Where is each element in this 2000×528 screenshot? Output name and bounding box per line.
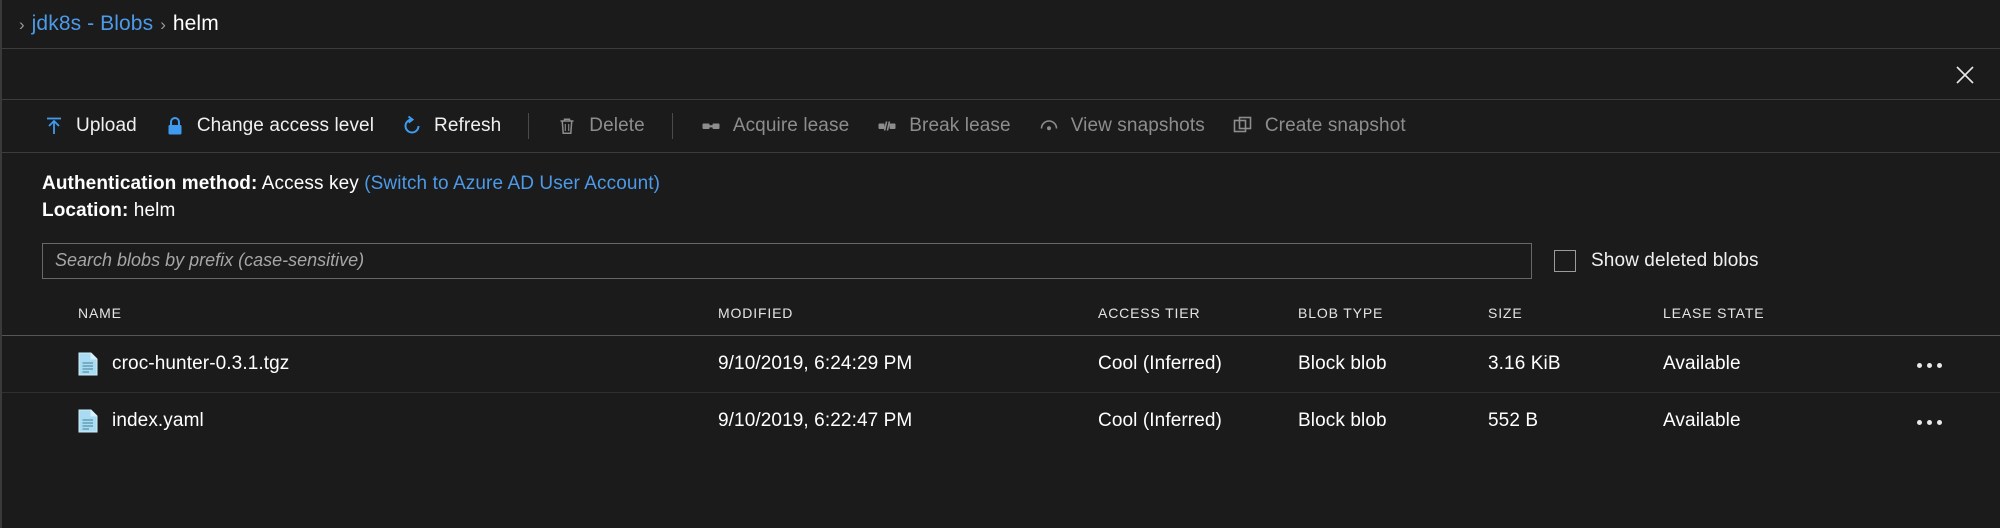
column-header-actions bbox=[1913, 304, 2000, 336]
column-header-modified[interactable]: Modified bbox=[718, 304, 1098, 336]
cell-actions bbox=[1913, 335, 2000, 392]
cell-actions bbox=[1913, 391, 2000, 449]
lock-icon bbox=[164, 115, 186, 137]
breadcrumb: › jdk8s - Blobs › helm bbox=[2, 0, 2000, 48]
acquire-lease-icon bbox=[700, 115, 722, 137]
acquire-lease-button[interactable]: Acquire lease bbox=[691, 100, 858, 152]
search-input[interactable] bbox=[42, 242, 1532, 279]
create-snapshot-icon bbox=[1232, 115, 1254, 137]
close-button[interactable] bbox=[1948, 58, 1982, 92]
acquire-lease-label: Acquire lease bbox=[732, 115, 850, 136]
refresh-button[interactable]: Refresh bbox=[392, 100, 510, 152]
command-toolbar: Upload Change access level Refresh Delet… bbox=[2, 99, 2000, 153]
ellipsis-dot-icon bbox=[1937, 419, 1942, 425]
breadcrumb-item-current: helm bbox=[172, 12, 219, 35]
blob-table-body: croc-hunter-0.3.1.tgz 9/10/2019, 6:24:29… bbox=[2, 335, 2000, 449]
file-icon bbox=[78, 352, 98, 376]
toolbar-separator bbox=[528, 113, 530, 139]
delete-button[interactable]: Delete bbox=[547, 100, 654, 152]
create-snapshot-button[interactable]: Create snapshot bbox=[1223, 100, 1415, 152]
column-header-access-tier[interactable]: Access tier bbox=[1098, 304, 1298, 336]
cell-modified: 9/10/2019, 6:24:29 PM bbox=[718, 352, 913, 374]
location-line: Location: helm bbox=[42, 198, 2000, 225]
panel-title-strip bbox=[2, 48, 2000, 99]
upload-button[interactable]: Upload bbox=[34, 100, 146, 152]
ellipsis-dot-icon bbox=[1937, 362, 1942, 368]
break-lease-icon bbox=[876, 115, 898, 137]
change-access-level-label: Change access level bbox=[196, 115, 375, 136]
column-header-name[interactable]: Name bbox=[2, 304, 718, 336]
trash-icon bbox=[556, 115, 578, 137]
blob-table-header: Name Modified Access tier Blob type Size… bbox=[2, 304, 2000, 336]
close-icon bbox=[1956, 66, 1974, 84]
cell-blob-type: Block blob bbox=[1298, 391, 1488, 449]
ellipsis-dot-icon bbox=[1917, 419, 1922, 425]
cell-name: index.yaml bbox=[2, 391, 718, 449]
toolbar-separator bbox=[671, 113, 673, 139]
breadcrumb-chevron-icon: › bbox=[19, 14, 25, 34]
refresh-icon bbox=[401, 115, 423, 137]
blob-name-link[interactable]: croc-hunter-0.3.1.tgz bbox=[112, 353, 289, 375]
cell-blob-type: Block blob bbox=[1298, 352, 1387, 374]
cell-size: 3.16 KiB bbox=[1488, 352, 1561, 374]
upload-label: Upload bbox=[76, 115, 137, 136]
row-context-menu-button[interactable] bbox=[1913, 412, 1946, 433]
location-value: helm bbox=[133, 199, 176, 221]
ellipsis-dot-icon bbox=[1917, 362, 1922, 368]
table-row[interactable]: index.yaml 9/10/2019, 6:22:47 PM Cool (I… bbox=[2, 391, 2000, 449]
breadcrumb-chevron-icon: › bbox=[160, 14, 166, 34]
column-header-blob-type[interactable]: Blob type bbox=[1298, 304, 1488, 336]
view-snapshots-label: View snapshots bbox=[1070, 115, 1205, 136]
break-lease-button[interactable]: Break lease bbox=[867, 100, 1019, 152]
delete-label: Delete bbox=[589, 115, 645, 136]
cell-lease-state: Available bbox=[1663, 352, 1741, 374]
checkbox-box-icon bbox=[1554, 249, 1576, 272]
switch-auth-link[interactable]: (Switch to Azure AD User Account) bbox=[364, 173, 660, 194]
column-header-size[interactable]: Size bbox=[1488, 304, 1663, 336]
row-context-menu-button[interactable] bbox=[1913, 355, 1946, 376]
cell-access-tier: Cool (Inferred) bbox=[1098, 391, 1298, 449]
info-block: Authentication method: Access key (Switc… bbox=[2, 153, 2000, 225]
authentication-method-value: Access key bbox=[261, 173, 359, 194]
authentication-method-line: Authentication method: Access key (Switc… bbox=[42, 171, 2000, 198]
authentication-method-label: Authentication method: bbox=[42, 173, 258, 194]
ellipsis-dot-icon bbox=[1927, 419, 1932, 425]
ellipsis-dot-icon bbox=[1927, 362, 1932, 368]
cell-modified: 9/10/2019, 6:22:47 PM bbox=[718, 391, 1098, 449]
file-icon bbox=[78, 409, 98, 433]
upload-icon bbox=[43, 115, 65, 137]
search-row: Show deleted blobs bbox=[42, 242, 2000, 279]
view-snapshots-icon bbox=[1038, 115, 1060, 137]
break-lease-label: Break lease bbox=[909, 115, 1011, 136]
cell-access-tier: Cool (Inferred) bbox=[1098, 352, 1222, 374]
change-access-level-button[interactable]: Change access level bbox=[155, 100, 383, 152]
show-deleted-blobs-label: Show deleted blobs bbox=[1591, 249, 1759, 271]
cell-name: croc-hunter-0.3.1.tgz bbox=[2, 335, 718, 392]
table-row[interactable]: croc-hunter-0.3.1.tgz 9/10/2019, 6:24:29… bbox=[2, 335, 2000, 392]
create-snapshot-label: Create snapshot bbox=[1264, 115, 1406, 136]
location-label: Location: bbox=[42, 199, 129, 221]
breadcrumb-item-parent[interactable]: jdk8s - Blobs bbox=[32, 12, 154, 36]
blob-name-link[interactable]: index.yaml bbox=[112, 410, 204, 432]
cell-lease-state: Available bbox=[1663, 391, 1913, 449]
blob-container-panel: › jdk8s - Blobs › helm Upload Change acc… bbox=[0, 0, 2000, 528]
cell-size: 552 B bbox=[1488, 391, 1663, 449]
blob-table: Name Modified Access tier Blob type Size… bbox=[2, 304, 2000, 449]
column-header-lease-state[interactable]: Lease state bbox=[1663, 304, 1913, 336]
view-snapshots-button[interactable]: View snapshots bbox=[1029, 100, 1214, 152]
table-header-row: Name Modified Access tier Blob type Size… bbox=[2, 304, 2000, 336]
show-deleted-blobs-checkbox[interactable]: Show deleted blobs bbox=[1554, 249, 1759, 272]
refresh-label: Refresh bbox=[434, 115, 502, 136]
